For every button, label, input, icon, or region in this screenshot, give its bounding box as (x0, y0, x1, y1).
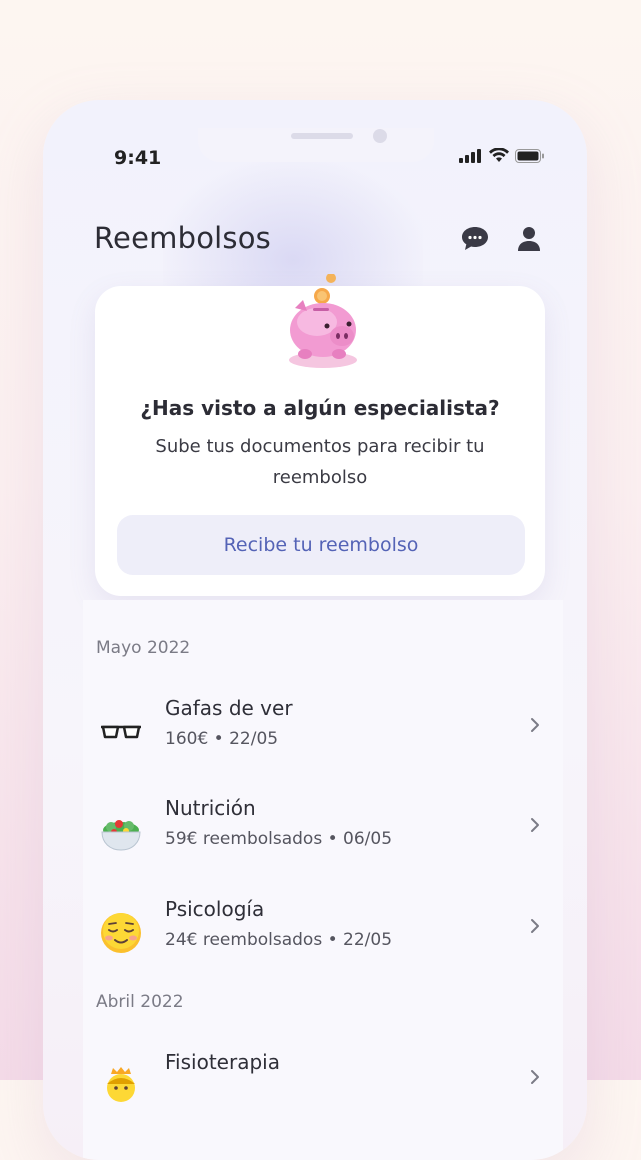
list-item[interactable]: Gafas de ver 160€ • 22/05 (95, 696, 550, 766)
chevron-right-icon (531, 818, 539, 832)
promo-text: Sube tus documentos para recibir tu reem… (155, 436, 485, 488)
list-item[interactable]: Fisioterapia (95, 1050, 550, 1120)
promo-title: ¿Has visto a algún especialista? (140, 396, 500, 420)
item-meta: 160€ • 22/05 (165, 729, 279, 749)
page-title: Reembolsos (94, 221, 271, 255)
signal-icon (459, 148, 481, 163)
promo-card: ¿Has visto a algún especialista? Sube tu… (95, 274, 545, 596)
chevron-right-icon (531, 919, 539, 933)
phone-frame: 9:41 Reembolsos ¿Has visto a algún espec… (43, 100, 587, 1160)
wifi-icon (489, 148, 509, 162)
status-time: 9:41 (114, 147, 162, 169)
chevron-right-icon (531, 1070, 539, 1084)
salad-icon (101, 820, 141, 851)
item-name: Gafas de ver (165, 696, 293, 720)
profile-button[interactable] (514, 224, 544, 254)
list-item[interactable]: Psicología 24€ reembolsados • 22/05 (95, 897, 550, 967)
section-label-abril: Abril 2022 (96, 992, 184, 1012)
speaker (291, 133, 353, 139)
chat-bubble-icon (462, 227, 488, 250)
section-label-mayo: Mayo 2022 (96, 638, 191, 658)
item-name: Fisioterapia (165, 1050, 280, 1074)
glasses-icon (101, 725, 141, 739)
list-item[interactable]: Nutrición 59€ reembolsados • 06/05 (95, 796, 550, 866)
chat-button[interactable] (460, 224, 490, 254)
relieved-face-icon (101, 913, 141, 953)
user-icon (518, 227, 540, 251)
item-name: Psicología (165, 897, 265, 921)
item-meta: 59€ reembolsados • 06/05 (165, 829, 393, 849)
receive-refund-button[interactable]: Recibe tu reembolso (117, 515, 525, 575)
item-name: Nutrición (165, 796, 256, 820)
status-icons (459, 148, 545, 163)
person-icon (107, 1067, 135, 1102)
camera (373, 129, 387, 143)
chevron-right-icon (531, 718, 539, 732)
battery-icon (515, 148, 544, 163)
piggy-bank-icon (289, 274, 357, 368)
item-meta: 24€ reembolsados • 22/05 (165, 930, 393, 950)
